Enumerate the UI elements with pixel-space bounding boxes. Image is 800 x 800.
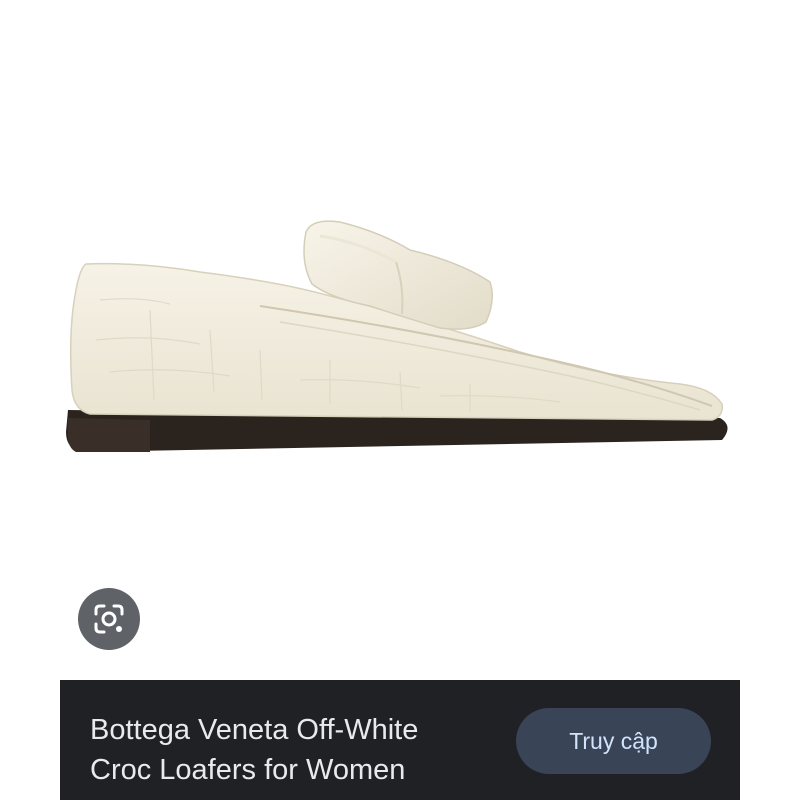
product-title-line-1: Bottega Veneta Off-White bbox=[90, 714, 419, 746]
visit-button-label: Truy cập bbox=[569, 727, 658, 754]
loafer-image bbox=[66, 220, 728, 452]
loafer-heel bbox=[68, 418, 150, 452]
product-title-line-2: Croc Loafers for Women bbox=[90, 754, 406, 786]
lens-search-icon bbox=[94, 604, 124, 634]
visit-button[interactable]: Truy cập bbox=[516, 708, 711, 774]
product-image-area[interactable] bbox=[0, 0, 800, 680]
product-title[interactable]: Bottega Veneta Off-White Croc Loafers fo… bbox=[90, 710, 500, 790]
result-info-bar: Bottega Veneta Off-White Croc Loafers fo… bbox=[60, 680, 740, 800]
lens-search-button[interactable] bbox=[78, 588, 140, 650]
